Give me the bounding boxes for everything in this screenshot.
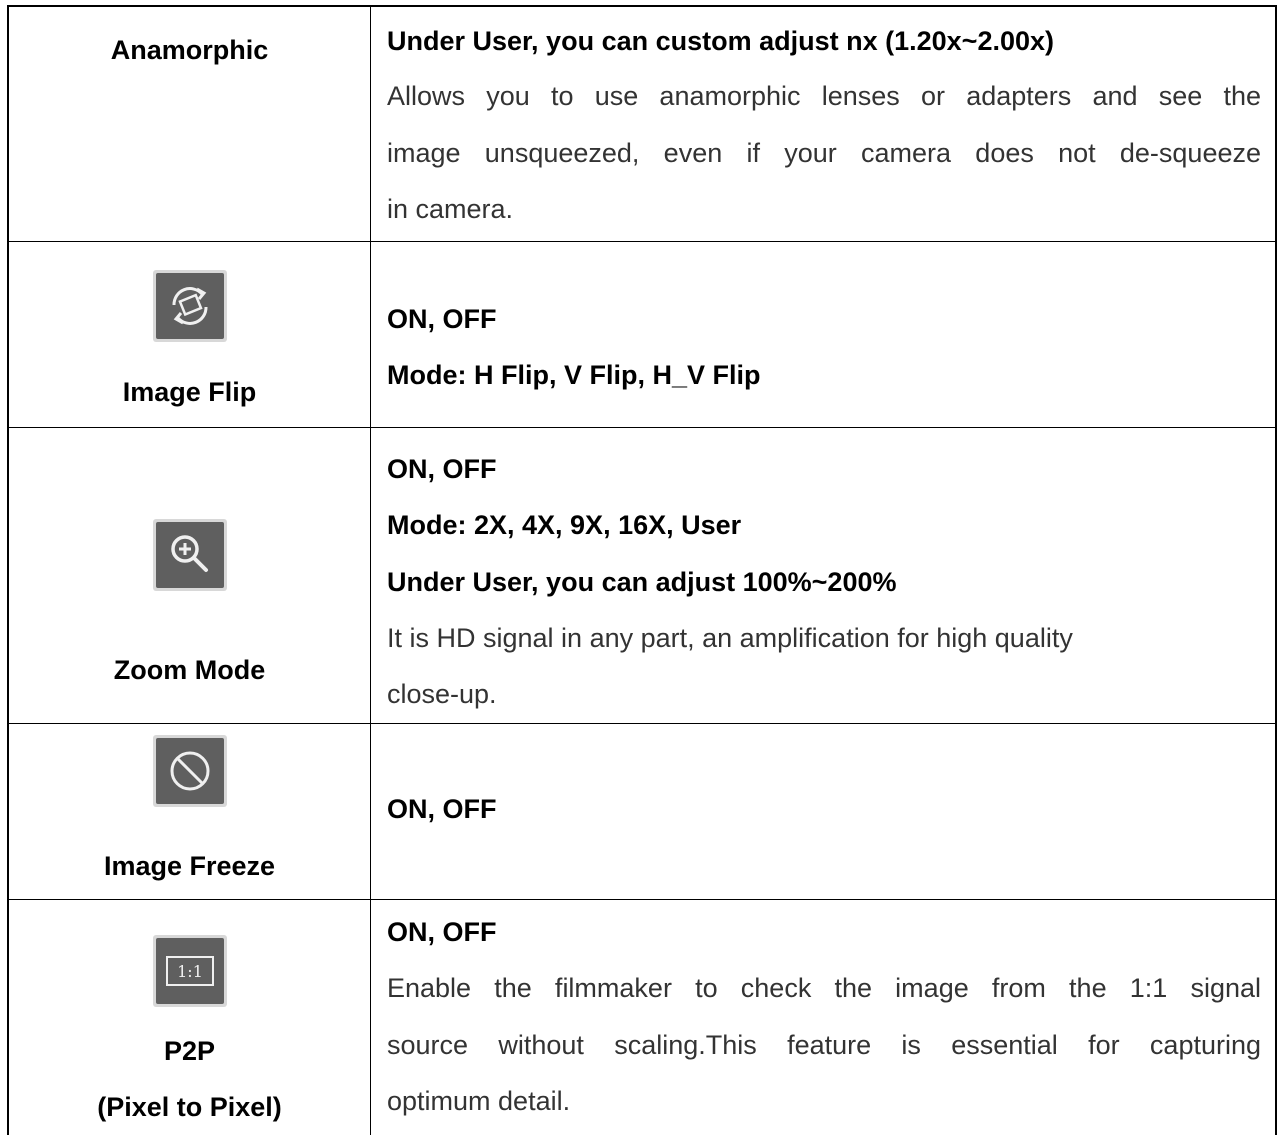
description-line: ON, OFF (387, 304, 497, 334)
feature-name-cell: Image Flip (9, 242, 371, 427)
feature-name-cell: Image Freeze (9, 724, 371, 899)
zoom-in-icon (152, 518, 228, 592)
description-line: Enable the filmmaker to check the image … (387, 973, 1261, 1003)
feature-name-cell: 1:1 P2P (Pixel to Pixel) (9, 900, 371, 1135)
description-line: Under User, you can adjust 100%~200% (387, 567, 897, 597)
feature-label: Anamorphic (110, 35, 269, 65)
description-line: close-up. (387, 679, 497, 709)
no-symbol-icon (152, 734, 228, 808)
description-line: ON, OFF (387, 454, 497, 484)
description-line: Allows you to use anamorphic lenses or a… (387, 81, 1261, 111)
feature-label: Zoom Mode (113, 655, 266, 685)
table-row-anamorphic: Anamorphic Under User, you can custom ad… (9, 7, 1275, 242)
table-row-image-flip: Image Flip ON, OFF Mode: H Flip, V Flip,… (9, 242, 1275, 428)
description-line: in camera. (387, 194, 514, 224)
description-line: source without scaling.This feature is e… (387, 1030, 1261, 1060)
table-row-p2p: 1:1 P2P (Pixel to Pixel) ON, OFF Enable … (9, 900, 1275, 1135)
feature-label-secondary: (Pixel to Pixel) (97, 1092, 282, 1122)
icon-text: 1:1 (177, 962, 203, 981)
feature-table: Anamorphic Under User, you can custom ad… (7, 5, 1277, 1135)
description-line: ON, OFF (387, 917, 497, 947)
feature-description-cell: ON, OFF (371, 724, 1275, 899)
one-to-one-icon: 1:1 (152, 934, 228, 1008)
feature-description-cell: ON, OFF Enable the filmmaker to check th… (371, 900, 1275, 1135)
feature-description-cell: ON, OFF Mode: 2X, 4X, 9X, 16X, User Unde… (371, 428, 1275, 723)
description-line: Under User, you can custom adjust nx (1.… (387, 26, 1055, 56)
description-line: It is HD signal in any part, an amplific… (387, 623, 1073, 653)
feature-description-cell: ON, OFF Mode: H Flip, V Flip, H_V Flip (371, 242, 1275, 427)
feature-name-cell: Anamorphic (9, 7, 371, 241)
feature-label: Image Freeze (103, 851, 276, 881)
table-row-zoom-mode: Zoom Mode ON, OFF Mode: 2X, 4X, 9X, 16X,… (9, 428, 1275, 724)
description-line: image unsqueezed, even if your camera do… (387, 138, 1261, 168)
description-line: ON, OFF (387, 794, 497, 824)
description-line: Mode: H Flip, V Flip, H_V Flip (387, 360, 761, 390)
feature-label: Image Flip (122, 377, 257, 407)
description-line: Mode: 2X, 4X, 9X, 16X, User (387, 510, 742, 540)
feature-name-cell: Zoom Mode (9, 428, 371, 723)
feature-description-cell: Under User, you can custom adjust nx (1.… (371, 7, 1275, 241)
table-row-image-freeze: Image Freeze ON, OFF (9, 724, 1275, 900)
feature-label: P2P (163, 1036, 216, 1066)
rotate-flip-icon (152, 269, 228, 343)
description-line: optimum detail. (387, 1086, 571, 1116)
